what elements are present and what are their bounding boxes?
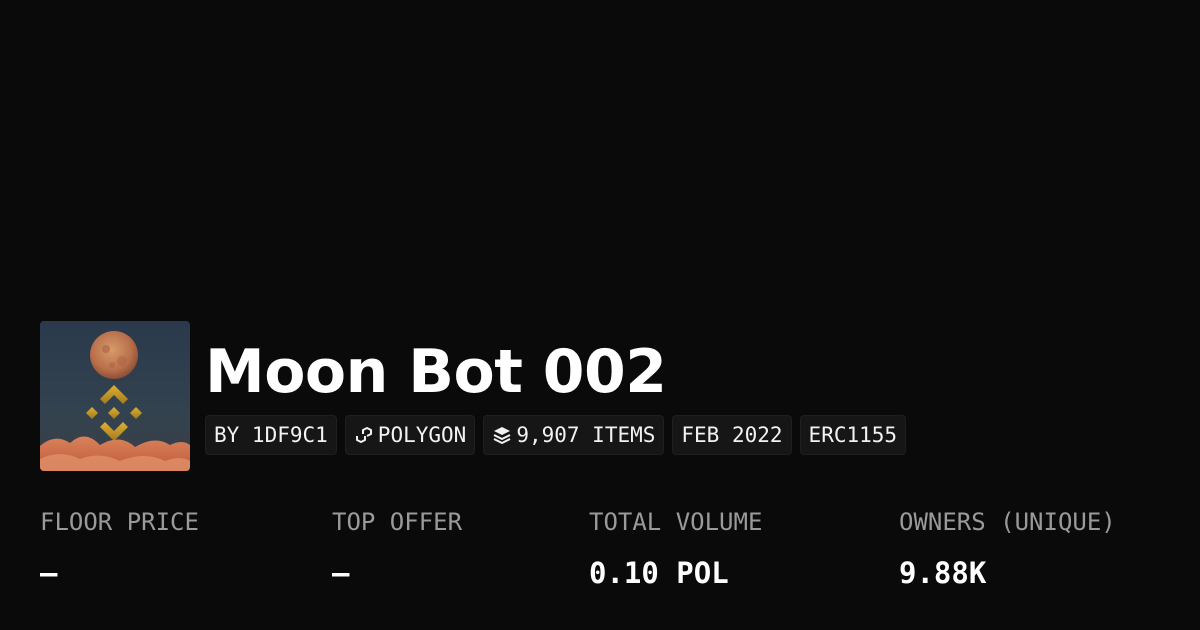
stat-label: OWNERS (UNIQUE) (899, 508, 1116, 536)
stat-value: 9.88K (899, 556, 987, 590)
stat-floor-price: FLOOR PRICE – (40, 503, 199, 591)
standard-tag: ERC1155 (799, 415, 907, 455)
layers-icon (492, 425, 512, 445)
standard-tag-label: ERC1155 (808, 423, 898, 447)
creator-tag[interactable]: BY 1DF9C1 (205, 415, 337, 455)
collection-tags: BY 1DF9C1 POLYGON 9,907 ITEMS FEB 2022 E… (205, 415, 907, 455)
stat-total-volume: TOTAL VOLUME 0.10 POL (589, 503, 762, 591)
date-tag: FEB 2022 (672, 415, 792, 455)
stat-label: TOP OFFER (332, 508, 463, 536)
stat-label: FLOOR PRICE (40, 508, 199, 536)
creator-tag-label: BY 1DF9C1 (214, 423, 328, 447)
stat-value: – (40, 556, 58, 590)
polygon-chain-icon (354, 425, 374, 445)
items-tag: 9,907 ITEMS (483, 415, 665, 455)
stat-owners: OWNERS (UNIQUE) 9.88K (899, 503, 1116, 591)
collection-avatar (40, 321, 190, 471)
date-tag-label: FEB 2022 (681, 423, 783, 447)
stat-label: TOTAL VOLUME (589, 508, 763, 536)
chain-tag[interactable]: POLYGON (344, 415, 476, 455)
items-tag-label: 9,907 ITEMS (516, 423, 656, 447)
collection-title: Moon Bot 002 (205, 337, 667, 407)
chain-tag-label: POLYGON (377, 423, 467, 447)
stat-top-offer: TOP OFFER – (332, 503, 462, 591)
moon-logo-image (40, 321, 190, 471)
stat-value: – (332, 556, 350, 590)
stat-value: 0.10 POL (589, 556, 729, 590)
